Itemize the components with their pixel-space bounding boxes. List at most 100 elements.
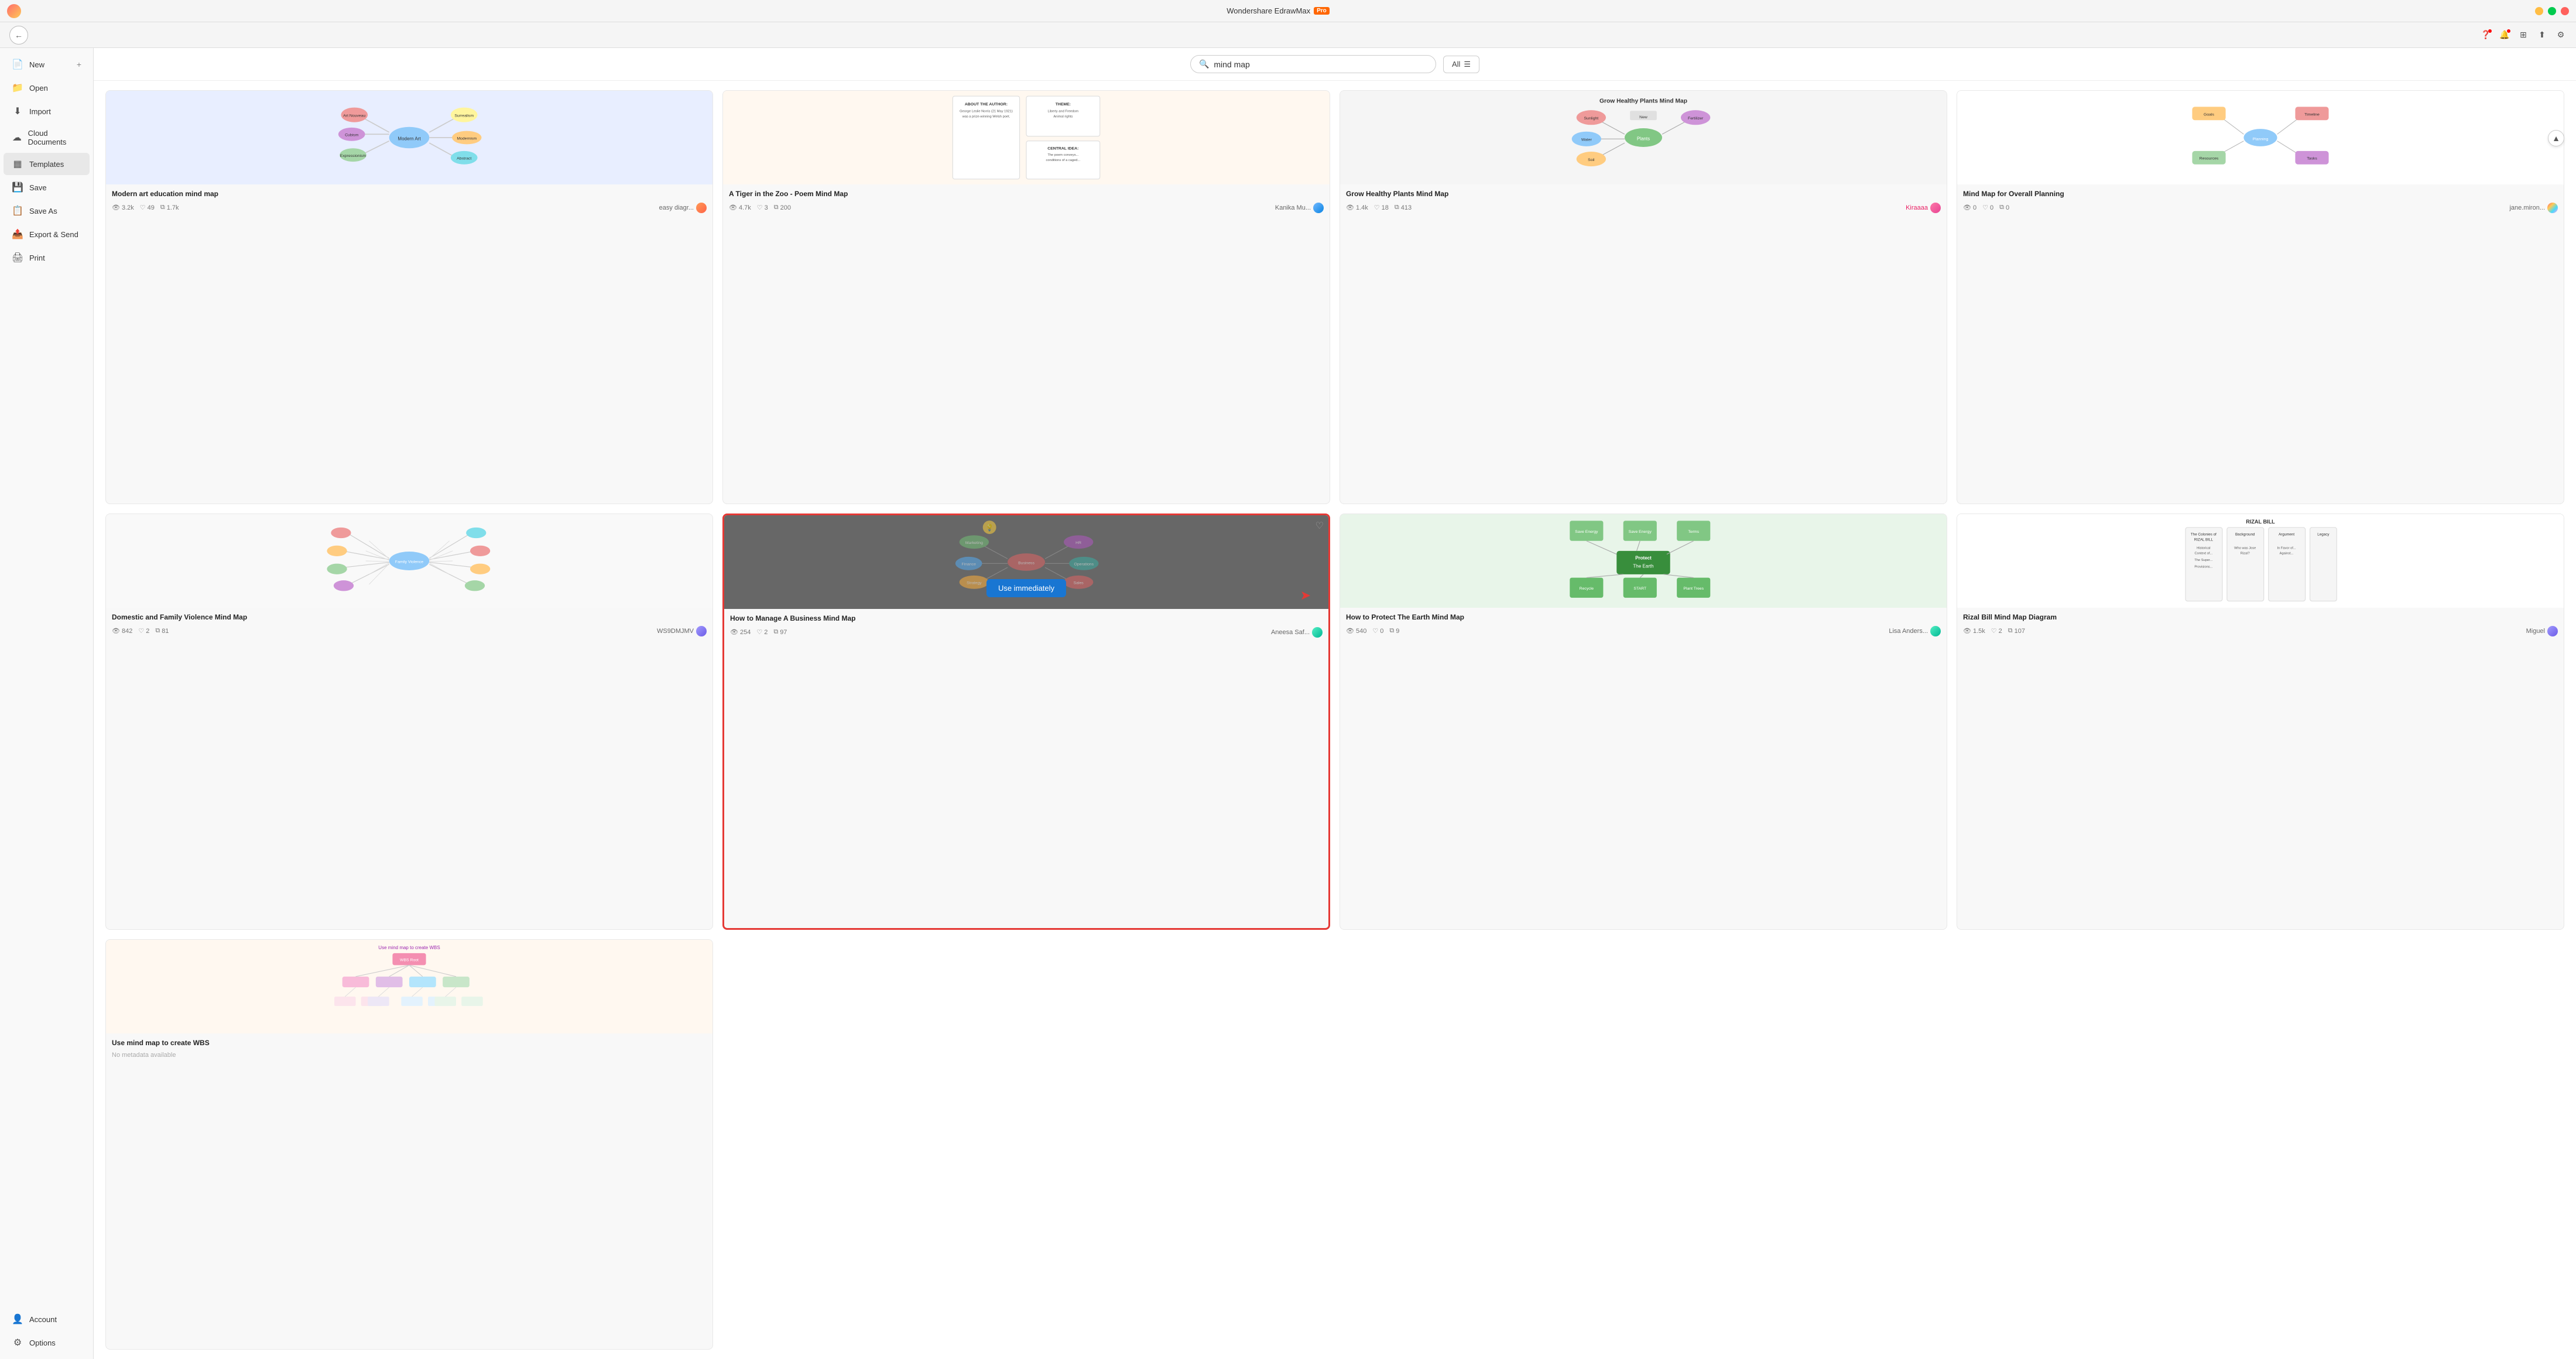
cloud-icon: ☁	[12, 132, 22, 143]
svg-text:Soil: Soil	[1588, 158, 1595, 162]
scroll-up-button[interactable]: ▲	[2548, 130, 2564, 146]
template-card-7[interactable]: Protect The Earth Save Energy Save Energ…	[1340, 514, 1947, 930]
svg-text:Recycle: Recycle	[1580, 587, 1594, 591]
template-grid: Modern Art Art Nouveau Cubism Expression…	[94, 81, 2576, 1359]
title-bar: Wondershare EdrawMax Pro	[0, 0, 2576, 22]
card-5-copies: ⧉ 81	[155, 627, 169, 635]
card-6-author: Aneesa Saf...	[1271, 629, 1310, 636]
template-card-3[interactable]: Grow Healthy Plants Mind Map Plants Sunl…	[1340, 90, 1947, 504]
help-icon[interactable]: ❓	[2480, 29, 2492, 41]
svg-text:Cubism: Cubism	[345, 133, 358, 138]
card-7-views: 👁 540	[1346, 627, 1366, 635]
svg-text:Historical: Historical	[2197, 546, 2210, 550]
card-8-avatar	[2547, 626, 2558, 636]
close-button[interactable]	[2561, 7, 2569, 15]
card-8-likes: ♡ 2	[1991, 627, 2002, 635]
sidebar-item-print[interactable]: 🖨 Print	[4, 247, 90, 269]
svg-text:Who was Jose: Who was Jose	[2234, 546, 2256, 550]
card-1-author: easy diagr...	[659, 204, 694, 211]
svg-text:Use mind map to create WBS: Use mind map to create WBS	[378, 945, 440, 950]
svg-text:Terms: Terms	[1688, 530, 1699, 534]
card-5-author: WS9DMJMV	[657, 628, 694, 635]
open-icon: 📁	[12, 82, 23, 94]
sidebar-item-account[interactable]: 👤 Account	[4, 1308, 90, 1330]
top-toolbar: ← ❓ 🔔 ⊞ ⬆ ⚙	[0, 22, 2576, 48]
card-3-meta: 👁 1.4k ♡ 18 ⧉ 413 Kiraaaa	[1346, 203, 1941, 213]
card-5-views: 👁 842	[112, 627, 132, 635]
template-card-4[interactable]: Planning Goals Resources Timeline Tasks	[1957, 90, 2564, 504]
card-7-copies: ⧉ 9	[1389, 627, 1399, 635]
export-icon: 📤	[12, 228, 23, 240]
app-title: Wondershare EdrawMax	[1227, 6, 1310, 15]
settings-icon[interactable]: ⚙	[2555, 29, 2567, 41]
sidebar-templates-label: Templates	[29, 160, 64, 169]
svg-text:Timeline: Timeline	[2304, 112, 2320, 117]
card-5-likes: ♡ 2	[138, 627, 149, 635]
sidebar-saveas-label: Save As	[29, 207, 57, 215]
sidebar-item-import[interactable]: ⬇ Import	[4, 100, 90, 122]
sidebar-item-open[interactable]: 📁 Open	[4, 77, 90, 99]
svg-text:Animal rights: Animal rights	[1053, 115, 1073, 119]
template-card-6[interactable]: ♡ Business Marketing Finance Strategy	[722, 514, 1330, 930]
share-icon[interactable]: ⬆	[2536, 29, 2548, 41]
search-bar-area: 🔍 All ☰	[94, 48, 2576, 81]
card-1-image: Modern Art Art Nouveau Cubism Expression…	[106, 91, 712, 184]
template-card-1[interactable]: Modern Art Art Nouveau Cubism Expression…	[105, 90, 713, 504]
title-bar-left	[7, 4, 21, 18]
community-icon[interactable]: ⊞	[2517, 29, 2529, 41]
card-4-copies: ⧉ 0	[1999, 204, 2009, 211]
content-area: 🔍 All ☰ ▲ Modern Art Art Nouv	[94, 48, 2576, 1359]
templates-icon: ▦	[12, 158, 23, 170]
card-3-info: Grow Healthy Plants Mind Map 👁 1.4k ♡ 18…	[1340, 184, 1947, 218]
svg-text:Tasks: Tasks	[2307, 157, 2317, 161]
sidebar-bottom: 👤 Account ⚙ Options	[0, 1307, 93, 1354]
card-2-avatar	[1313, 203, 1324, 213]
card-9-title: Use mind map to create WBS	[112, 1038, 707, 1048]
pro-badge: Pro	[1314, 7, 1330, 15]
card-2-meta: 👁 4.7k ♡ 3 ⧉ 200 Kanika Mu...	[729, 203, 1324, 213]
sidebar-item-save[interactable]: 💾 Save	[4, 176, 90, 198]
card-8-views: 👁 1.5k	[1963, 627, 1985, 635]
sidebar-export-label: Export & Send	[29, 230, 78, 239]
card-7-likes: ♡ 0	[1372, 627, 1383, 635]
svg-text:Protect: Protect	[1635, 556, 1652, 561]
sidebar-item-templates[interactable]: ▦ Templates	[4, 153, 90, 175]
svg-text:RIZAL BILL: RIZAL BILL	[2194, 538, 2214, 542]
card-7-image: Protect The Earth Save Energy Save Energ…	[1340, 514, 1947, 608]
card-1-likes: ♡ 49	[140, 204, 155, 211]
sidebar-save-label: Save	[29, 183, 47, 192]
sidebar-item-saveas[interactable]: 📋 Save As	[4, 200, 90, 222]
search-icon: 🔍	[1199, 59, 1209, 69]
template-card-9[interactable]: Use mind map to create WBS WBS Root	[105, 939, 713, 1350]
minimize-button[interactable]	[2535, 7, 2543, 15]
card-9-no-meta: No metadata available	[112, 1052, 176, 1059]
card-3-avatar	[1930, 203, 1941, 213]
card-8-meta: 👁 1.5k ♡ 2 ⧉ 107 Miguel	[1963, 626, 2558, 636]
template-card-2[interactable]: ABOUT THE AUTHOR: George Leslie Norris (…	[722, 90, 1330, 504]
new-plus-icon: +	[77, 60, 81, 69]
maximize-button[interactable]	[2548, 7, 2556, 15]
card-6-info: How to Manage A Business Mind Map 👁 254 …	[724, 609, 1328, 642]
sidebar-cloud-label: Cloud Documents	[28, 129, 81, 146]
svg-text:The Super...: The Super...	[2194, 559, 2212, 562]
template-card-5[interactable]: Family Violence	[105, 514, 713, 930]
svg-text:Save Energy: Save Energy	[1629, 530, 1652, 534]
svg-text:START: START	[1633, 587, 1647, 591]
print-icon: 🖨	[12, 252, 23, 263]
back-button[interactable]: ←	[9, 26, 28, 44]
use-immediately-button[interactable]: Use immediately	[986, 579, 1066, 597]
template-card-8[interactable]: RIZAL BILL The Colonies of RIZAL BILL Ba…	[1957, 514, 2564, 930]
card-6-meta: 👁 254 ♡ 2 ⧉ 97 Aneesa Saf...	[730, 627, 1323, 638]
card-2-svg: ABOUT THE AUTHOR: George Leslie Norris (…	[723, 91, 1330, 184]
sidebar-item-options[interactable]: ⚙ Options	[4, 1331, 90, 1354]
card-4-title: Mind Map for Overall Planning	[1963, 189, 2558, 199]
search-input[interactable]	[1214, 60, 1427, 69]
sidebar-item-cloud[interactable]: ☁ Cloud Documents	[4, 124, 90, 152]
sidebar-item-new[interactable]: 📄 New +	[4, 53, 90, 76]
svg-text:was a prize-winning Welsh poet: was a prize-winning Welsh poet.	[962, 115, 1010, 119]
app-avatar	[7, 4, 21, 18]
sidebar-item-export[interactable]: 📤 Export & Send	[4, 223, 90, 245]
notification-icon[interactable]: 🔔	[2499, 29, 2510, 41]
filter-button[interactable]: All ☰	[1443, 56, 1479, 73]
card-6-overlay: Use immediately ➤	[724, 515, 1328, 609]
